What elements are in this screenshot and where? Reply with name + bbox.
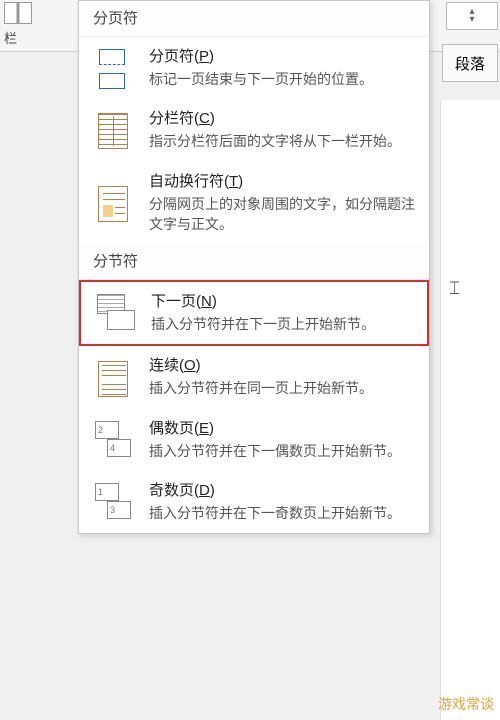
- even-page-icon: 24: [93, 421, 133, 461]
- text-wrapping-icon: [98, 186, 128, 222]
- ribbon-columns-group: 栏: [4, 0, 74, 47]
- menu-item-desc: 分隔网页上的对象周围的文字，如分隔题注文字与正文。: [149, 194, 417, 235]
- odd-page-icon: 13: [93, 483, 133, 523]
- menu-item-title: 下一页(N): [151, 290, 415, 311]
- menu-item-title: 连续(O): [149, 354, 417, 375]
- page-break-icon: [93, 49, 133, 89]
- menu-item-desc: 插入分节符并在同一页上开始新节。: [149, 378, 417, 398]
- menu-item-even-page[interactable]: 24 偶数页(E) 插入分节符并在下一偶数页上开始新节。: [79, 409, 429, 471]
- paragraph-button[interactable]: 段落: [442, 44, 498, 82]
- chevron-down-icon[interactable]: ▾: [469, 16, 474, 24]
- indent-spinner[interactable]: ▴ ▾: [446, 2, 498, 30]
- menu-item-title: 奇数页(D): [149, 479, 417, 500]
- next-page-icon: [95, 294, 135, 334]
- menu-item-desc: 插入分节符并在下一页上开始新节。: [151, 314, 415, 334]
- column-break-icon: [98, 113, 128, 149]
- menu-item-desc: 指示分栏符后面的文字将从下一栏开始。: [149, 131, 417, 151]
- watermark: 游戏常谈: [438, 694, 494, 714]
- menu-item-desc: 插入分节符并在下一奇数页上开始新节。: [149, 503, 417, 523]
- menu-item-desc: 标记一页结束与下一页开始的位置。: [149, 69, 417, 89]
- menu-item-odd-page[interactable]: 13 奇数页(D) 插入分节符并在下一奇数页上开始新节。: [79, 471, 429, 533]
- menu-item-text-wrapping-break[interactable]: 自动换行符(T) 分隔网页上的对象周围的文字，如分隔题注文字与正文。: [79, 162, 429, 245]
- menu-item-desc: 插入分节符并在下一偶数页上开始新节。: [149, 441, 417, 461]
- menu-item-page-break[interactable]: 分页符(P) 标记一页结束与下一页开始的位置。: [79, 37, 429, 99]
- section-header-section-breaks: 分节符: [79, 244, 429, 280]
- menu-item-title: 分页符(P): [149, 45, 417, 66]
- menu-item-title: 偶数页(E): [149, 417, 417, 438]
- document-canvas: [440, 100, 500, 720]
- menu-item-title: 分栏符(C): [149, 107, 417, 128]
- paragraph-button-label: 段落: [455, 53, 485, 74]
- menu-item-continuous[interactable]: 连续(O) 插入分节符并在同一页上开始新节。: [79, 346, 429, 408]
- menu-item-title: 自动换行符(T): [149, 170, 417, 191]
- text-cursor-icon: ⌶: [449, 278, 460, 299]
- columns-label[interactable]: 栏: [4, 28, 74, 47]
- menu-item-next-page[interactable]: 下一页(N) 插入分节符并在下一页上开始新节。: [79, 280, 429, 346]
- section-header-page-breaks: 分页符: [79, 1, 429, 37]
- breaks-dropdown-menu: 分页符 分页符(P) 标记一页结束与下一页开始的位置。 分栏符(C) 指示分栏符…: [78, 0, 430, 534]
- continuous-icon: [98, 361, 128, 397]
- menu-item-column-break[interactable]: 分栏符(C) 指示分栏符后面的文字将从下一栏开始。: [79, 99, 429, 161]
- columns-icon[interactable]: [4, 2, 32, 24]
